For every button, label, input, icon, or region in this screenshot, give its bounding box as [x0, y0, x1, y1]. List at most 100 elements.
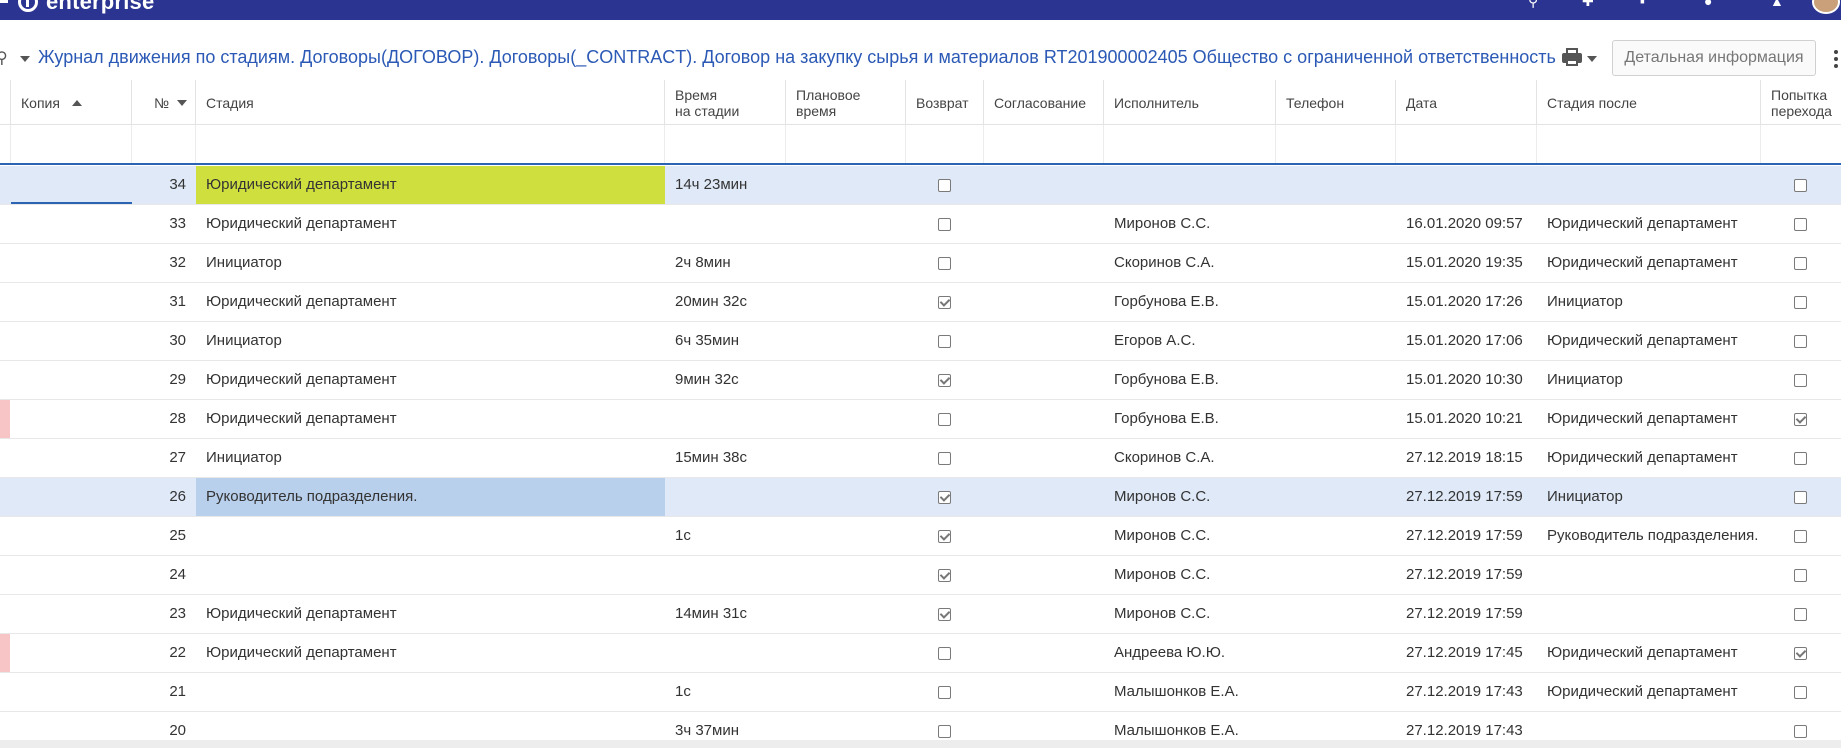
filter-attempt[interactable] [1761, 125, 1841, 163]
cell-stage: Руководитель подразделения. [196, 478, 665, 516]
cell-time [665, 400, 786, 438]
attempt-checkbox[interactable] [1794, 725, 1807, 738]
search-icon[interactable]: ⚲ [0, 48, 8, 68]
attempt-checkbox[interactable] [1794, 569, 1807, 582]
column-header-copy[interactable]: Копия [11, 80, 132, 125]
attempt-checkbox[interactable] [1794, 608, 1807, 621]
notifications-icon[interactable]: ▲ [1770, 0, 1786, 8]
filter-plan[interactable] [786, 125, 906, 163]
attempt-checkbox[interactable] [1794, 296, 1807, 309]
return-checkbox[interactable] [938, 179, 951, 192]
attempt-checkbox[interactable] [1794, 491, 1807, 504]
print-button[interactable] [1562, 47, 1597, 69]
table-row[interactable]: 23 Юридический департамент 14мин 31с Мироно… [0, 595, 1841, 634]
attempt-checkbox[interactable] [1794, 179, 1807, 192]
return-checkbox[interactable] [938, 335, 951, 348]
column-header-executor[interactable]: Исполнитель [1104, 80, 1276, 125]
column-header-stage-after[interactable]: Стадия после [1537, 80, 1761, 125]
cell-stage: Юридический департамент [206, 605, 397, 622]
table-row[interactable]: 30 Инициатор 6ч 35мин Егоров А.С. 15.01.2020… [0, 322, 1841, 361]
filter-executor[interactable] [1104, 125, 1276, 163]
column-header-num[interactable]: № [132, 80, 196, 125]
return-checkbox[interactable] [938, 686, 951, 699]
table-row[interactable]: 22 Юридический департамент Андреева Ю.Ю. 27… [0, 634, 1841, 673]
return-checkbox[interactable] [938, 413, 951, 426]
cell-date: 15.01.2020 17:06 [1406, 332, 1523, 349]
cell-executor: Скоринов С.А. [1114, 449, 1215, 466]
filter-copy[interactable] [11, 125, 132, 163]
cell-num: 21 [169, 683, 186, 700]
table-row[interactable]: 29 Юридический департамент 9мин 32с Горбуно… [0, 361, 1841, 400]
table-row[interactable]: 20 3ч 37мин Малышонков Е.А. 27.12.2019 17:4… [0, 712, 1841, 740]
cell-executor: Скоринов С.А. [1114, 254, 1215, 271]
column-header-date[interactable]: Дата [1396, 80, 1537, 125]
table-row[interactable]: 24 Миронов С.С. 27.12.2019 17:59 [0, 556, 1841, 595]
column-header-approval[interactable]: Согласование [984, 80, 1104, 125]
filter-stage-after[interactable] [1537, 125, 1761, 163]
table-row[interactable]: 34 Юридический департамент 14ч 23мин [0, 166, 1841, 205]
return-checkbox[interactable] [938, 374, 951, 387]
attempt-checkbox[interactable] [1794, 374, 1807, 387]
cell-stage: Инициатор [206, 254, 282, 271]
more-menu-icon[interactable] [1834, 50, 1838, 68]
table-row[interactable]: 26 Руководитель подразделения. Миронов С.С… [0, 478, 1841, 517]
detail-info-button[interactable]: Детальная информация [1612, 40, 1816, 76]
cell-copy [11, 400, 132, 438]
column-header-return[interactable]: Возврат [906, 80, 984, 125]
return-checkbox[interactable] [938, 647, 951, 660]
attempt-checkbox[interactable] [1794, 530, 1807, 543]
add-icon[interactable]: ✚ [1582, 0, 1598, 8]
table-row[interactable]: 31 Юридический департамент 20мин 32с Горбун… [0, 283, 1841, 322]
chevron-down-icon[interactable] [20, 56, 30, 62]
table-row[interactable]: 33 Юридический департамент Миронов С.С. 16.… [0, 205, 1841, 244]
filter-stage[interactable] [196, 125, 665, 163]
attempt-checkbox[interactable] [1794, 686, 1807, 699]
return-checkbox[interactable] [938, 530, 951, 543]
attempt-checkbox[interactable] [1794, 257, 1807, 270]
help-icon[interactable]: ● [1704, 0, 1720, 8]
return-checkbox[interactable] [938, 296, 951, 309]
filter-approval[interactable] [984, 125, 1104, 163]
filter-phone[interactable] [1276, 125, 1396, 163]
table-row[interactable]: 28 Юридический департамент Горбунова Е.В. 1… [0, 400, 1841, 439]
table-row[interactable]: 27 Инициатор 15мин 38с Скоринов С.А. 27.12.2… [0, 439, 1841, 478]
page-title: Журнал движения по стадиям. Договоры(ДОГ… [38, 47, 1556, 67]
attempt-checkbox[interactable] [1794, 413, 1807, 426]
column-header-stage[interactable]: Стадия [196, 80, 665, 125]
filter-return[interactable] [906, 125, 984, 163]
return-checkbox[interactable] [938, 257, 951, 270]
return-checkbox[interactable] [938, 452, 951, 465]
attempt-checkbox[interactable] [1794, 218, 1807, 231]
return-checkbox[interactable] [938, 608, 951, 621]
filter-time[interactable] [665, 125, 786, 163]
column-header-time[interactable]: Время на стадии [665, 80, 786, 125]
horizontal-scrollbar[interactable] [0, 740, 1841, 748]
cell-stage-after: Юридический департамент [1547, 410, 1738, 427]
app-logo[interactable]: enterprise [0, 0, 154, 15]
avatar[interactable] [1812, 0, 1840, 14]
table-row[interactable]: 25 1с Миронов С.С. 27.12.2019 17:59 Руководи… [0, 517, 1841, 556]
return-checkbox[interactable] [938, 491, 951, 504]
cell-stage-after: Руководитель подразделения. [1547, 527, 1759, 544]
cell-stage: Инициатор [206, 332, 282, 349]
attempt-checkbox[interactable] [1794, 647, 1807, 660]
return-checkbox[interactable] [938, 218, 951, 231]
return-checkbox[interactable] [938, 569, 951, 582]
cell-time: 15мин 38с [675, 449, 748, 466]
filter-num[interactable] [132, 125, 196, 163]
column-header-attempt[interactable]: Попытка перехода [1761, 80, 1841, 125]
cell-stage-after: Юридический департамент [1547, 215, 1738, 232]
return-checkbox[interactable] [938, 725, 951, 738]
column-header-plan[interactable]: Плановое время [786, 80, 906, 125]
cell-copy [11, 205, 132, 243]
cell-time: 9мин 32с [675, 371, 739, 388]
table-row[interactable]: 32 Инициатор 2ч 8мин Скоринов С.А. 15.01.202… [0, 244, 1841, 283]
apps-icon[interactable]: ▪ [1640, 0, 1656, 8]
cell-date: 27.12.2019 17:43 [1406, 722, 1523, 739]
attempt-checkbox[interactable] [1794, 335, 1807, 348]
table-row[interactable]: 21 1с Малышонков Е.А. 27.12.2019 17:43 Юриди… [0, 673, 1841, 712]
search-icon[interactable]: ⚲ [1528, 0, 1544, 8]
column-header-phone[interactable]: Телефон [1276, 80, 1396, 125]
attempt-checkbox[interactable] [1794, 452, 1807, 465]
filter-date[interactable] [1396, 125, 1537, 163]
